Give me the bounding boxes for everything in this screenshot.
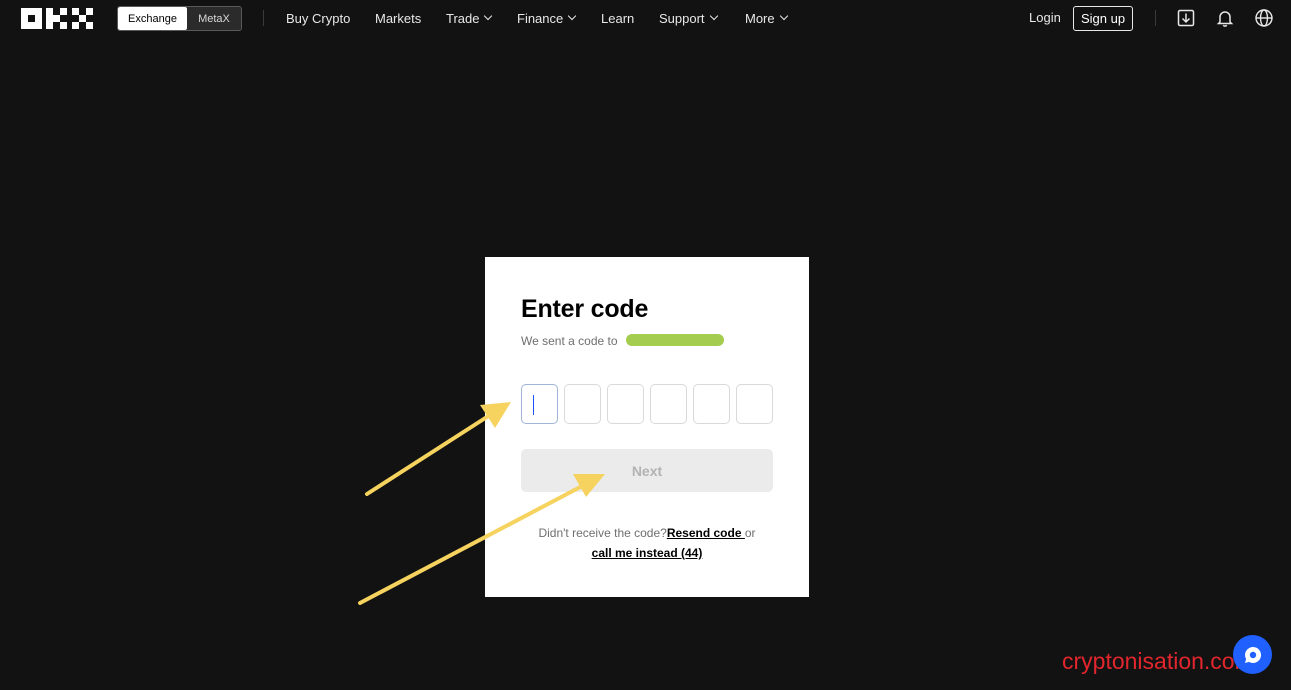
nav-learn[interactable]: Learn bbox=[601, 11, 659, 26]
chevron-down-icon bbox=[484, 11, 493, 21]
chat-icon bbox=[1244, 646, 1261, 663]
chevron-down-icon bbox=[568, 11, 577, 21]
nav-more[interactable]: More bbox=[745, 11, 788, 26]
header-divider bbox=[263, 10, 264, 26]
dialog-title: Enter code bbox=[521, 295, 649, 323]
signup-button[interactable]: Sign up bbox=[1073, 6, 1133, 31]
header-divider bbox=[1155, 10, 1156, 26]
nav-finance[interactable]: Finance bbox=[517, 11, 601, 26]
bell-icon[interactable] bbox=[1215, 8, 1235, 28]
chat-support-button[interactable] bbox=[1233, 635, 1272, 674]
top-navigation-bar: Exchange MetaX Buy Crypto Markets Trade … bbox=[0, 0, 1291, 36]
main-nav: Buy Crypto Markets Trade Finance Learn S… bbox=[286, 0, 788, 36]
chevron-down-icon bbox=[709, 11, 718, 21]
code-digit-input-4[interactable] bbox=[650, 384, 687, 424]
nav-markets[interactable]: Markets bbox=[375, 11, 446, 26]
code-digit-input-5[interactable] bbox=[693, 384, 730, 424]
exchange-tab[interactable]: Exchange bbox=[118, 7, 187, 30]
call-me-link[interactable]: call me instead (44) bbox=[592, 546, 703, 560]
resend-code-link[interactable]: Resend code bbox=[667, 526, 745, 540]
metax-tab[interactable]: MetaX bbox=[187, 7, 241, 30]
verification-code-dialog: Enter code We sent a code to Next Didn't… bbox=[485, 257, 809, 597]
chevron-down-icon bbox=[779, 11, 788, 21]
nav-buy-crypto[interactable]: Buy Crypto bbox=[286, 11, 375, 26]
code-digit-input-3[interactable] bbox=[607, 384, 644, 424]
didnt-receive-text: Didn't receive the code? bbox=[538, 526, 667, 540]
nav-support[interactable]: Support bbox=[659, 11, 745, 26]
exchange-metax-toggle: Exchange MetaX bbox=[117, 6, 242, 31]
code-sent-text: We sent a code to bbox=[521, 334, 618, 348]
nav-trade[interactable]: Trade bbox=[446, 11, 517, 26]
resend-prompt: Didn't receive the code?Resend code or c… bbox=[485, 523, 809, 563]
okx-logo[interactable] bbox=[21, 8, 93, 29]
globe-icon[interactable] bbox=[1254, 8, 1274, 28]
login-link[interactable]: Login bbox=[1029, 10, 1061, 25]
watermark-text: cryptonisation.com bbox=[1062, 648, 1254, 674]
code-digit-input-2[interactable] bbox=[564, 384, 601, 424]
redacted-contact bbox=[626, 334, 724, 346]
code-digit-input-1[interactable] bbox=[521, 384, 558, 424]
or-text: or bbox=[744, 526, 756, 540]
next-button[interactable]: Next bbox=[521, 449, 773, 492]
download-icon[interactable] bbox=[1176, 8, 1196, 28]
text-caret bbox=[533, 395, 534, 415]
code-digit-input-6[interactable] bbox=[736, 384, 773, 424]
